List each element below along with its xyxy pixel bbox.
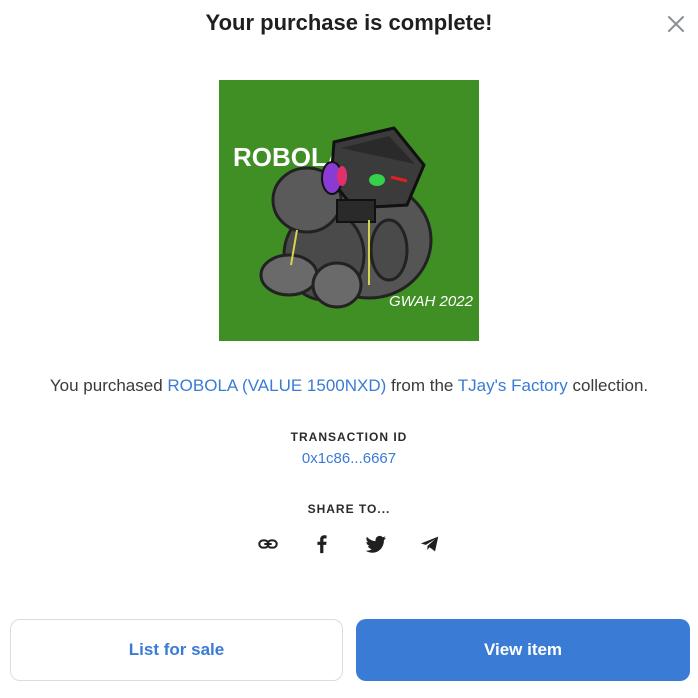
item-link[interactable]: ROBOLA (VALUE 1500NXD) bbox=[167, 376, 386, 395]
transaction-label: TRANSACTION ID bbox=[290, 430, 408, 444]
view-item-button[interactable]: View item bbox=[356, 619, 690, 681]
list-for-sale-button[interactable]: List for sale bbox=[10, 619, 343, 681]
facebook-icon[interactable] bbox=[310, 532, 334, 556]
link-icon[interactable] bbox=[256, 532, 280, 556]
twitter-icon[interactable] bbox=[364, 532, 388, 556]
modal-title: Your purchase is complete! bbox=[205, 10, 493, 35]
purchase-summary: You purchased ROBOLA (VALUE 1500NXD) fro… bbox=[0, 376, 698, 396]
telegram-icon[interactable] bbox=[418, 532, 442, 556]
purchase-prefix: You purchased bbox=[49, 376, 168, 395]
purchase-middle: from the bbox=[386, 376, 458, 395]
purchase-suffix: collection. bbox=[567, 376, 649, 395]
share-buttons bbox=[0, 532, 698, 556]
transaction-id-link[interactable]: 0x1c86...6667 bbox=[0, 450, 698, 467]
close-icon[interactable] bbox=[664, 12, 688, 36]
purchase-complete-modal: Your purchase is complete! ROBOLA GWAH 2… bbox=[0, 0, 698, 698]
nft-artwork-image: ROBOLA GWAH 2022 bbox=[219, 80, 479, 341]
share-label: SHARE TO... bbox=[307, 502, 391, 516]
collection-link[interactable]: TJay's Factory bbox=[458, 376, 568, 395]
artwork-signature: GWAH 2022 bbox=[389, 293, 474, 310]
